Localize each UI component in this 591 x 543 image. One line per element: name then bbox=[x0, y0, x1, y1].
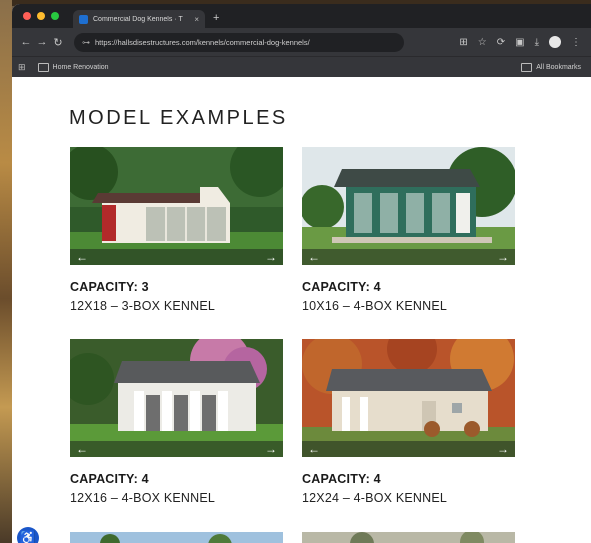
kennel-card: ← → CAPACITY: 4 12X24 – 4-BOX KENNEL bbox=[302, 339, 515, 505]
desktop-background-left bbox=[0, 0, 12, 543]
previous-arrow-icon[interactable]: ← bbox=[308, 442, 320, 456]
sidebar-icon[interactable]: ▣ bbox=[515, 37, 524, 48]
minimize-window-button[interactable] bbox=[37, 12, 45, 20]
translate-icon[interactable]: ⊞ bbox=[459, 37, 467, 48]
close-window-button[interactable] bbox=[23, 12, 31, 20]
apps-grid-icon[interactable]: ⊞ bbox=[18, 62, 26, 73]
carousel-controls: ← → bbox=[70, 249, 283, 265]
capacity-label: CAPACITY: 4 bbox=[302, 472, 381, 486]
kennel-card: ← → CAPACITY: 4 10X16 – 4-BOX KENNEL bbox=[302, 147, 515, 313]
kennel-photo[interactable]: ← → bbox=[302, 339, 515, 457]
page-title: MODEL EXAMPLES bbox=[69, 107, 288, 129]
bookmark-star-icon[interactable]: ☆ bbox=[478, 37, 487, 48]
address-bar[interactable]: ⊶ https://hallsdisestructures.com/kennel… bbox=[74, 32, 404, 52]
all-bookmarks-label: All Bookmarks bbox=[536, 63, 581, 71]
zoom-window-button[interactable] bbox=[51, 12, 59, 20]
next-arrow-icon[interactable]: → bbox=[265, 442, 277, 456]
carousel-controls: ← → bbox=[302, 441, 515, 457]
carousel-controls: ← → bbox=[70, 441, 283, 457]
folder-icon bbox=[521, 62, 533, 72]
navigation-bar: ← → ↻ ⊶ https://hallsdisestructures.com/… bbox=[12, 28, 591, 56]
kennel-photo[interactable]: ← → bbox=[70, 339, 283, 457]
menu-icon[interactable]: ⋮ bbox=[571, 37, 581, 48]
reload-icon[interactable]: ↻ bbox=[50, 36, 66, 49]
bookmark-home-renovation[interactable]: Home Renovation bbox=[37, 62, 109, 72]
previous-arrow-icon[interactable]: ← bbox=[76, 442, 88, 456]
previous-arrow-icon[interactable]: ← bbox=[308, 250, 320, 264]
kennel-card: ← → CAPACITY: 4 12X16 – 4-BOX KENNEL bbox=[70, 339, 283, 505]
page-content: MODEL EXAMPLES ← → CAPACITY: 3 12X18 – 3… bbox=[12, 77, 591, 543]
profile-avatar[interactable] bbox=[549, 36, 561, 48]
close-tab-icon[interactable]: × bbox=[194, 15, 199, 24]
kennel-photo[interactable]: ← → bbox=[70, 147, 283, 265]
kennel-photo-partial[interactable] bbox=[302, 532, 515, 543]
accessibility-icon[interactable]: ♿ bbox=[17, 527, 39, 543]
tab-title: Commercial Dog Kennels · T bbox=[93, 15, 183, 23]
capacity-label: CAPACITY: 4 bbox=[302, 280, 381, 294]
back-icon[interactable]: ← bbox=[18, 36, 34, 48]
next-arrow-icon[interactable]: → bbox=[497, 442, 509, 456]
forward-icon[interactable]: → bbox=[34, 36, 50, 48]
favicon-icon bbox=[79, 14, 88, 24]
capacity-label: CAPACITY: 3 bbox=[70, 280, 149, 294]
bookmark-label: Home Renovation bbox=[52, 63, 109, 71]
next-arrow-icon[interactable]: → bbox=[265, 250, 277, 264]
tab-bar: Commercial Dog Kennels · T × + bbox=[12, 4, 591, 28]
kennel-photo-partial[interactable] bbox=[70, 532, 283, 543]
carousel-controls: ← → bbox=[302, 249, 515, 265]
capacity-label: CAPACITY: 4 bbox=[70, 472, 149, 486]
all-bookmarks-button[interactable]: All Bookmarks bbox=[521, 62, 581, 72]
site-settings-icon[interactable]: ⊶ bbox=[82, 38, 90, 47]
model-name: 10X16 – 4-BOX KENNEL bbox=[302, 299, 448, 313]
window-controls bbox=[23, 12, 59, 20]
folder-icon bbox=[37, 62, 49, 72]
download-icon[interactable]: ⤓ bbox=[535, 37, 539, 48]
bookmarks-bar: ⊞ Home Renovation All Bookmarks bbox=[12, 56, 591, 77]
url-text[interactable]: https://hallsdisestructures.com/kennels/… bbox=[95, 38, 310, 47]
extensions-icon[interactable]: ⟳ bbox=[497, 37, 505, 48]
model-name: 12X24 – 4-BOX KENNEL bbox=[302, 491, 448, 505]
new-tab-icon[interactable]: + bbox=[213, 12, 219, 24]
kennel-photo[interactable]: ← → bbox=[302, 147, 515, 265]
next-arrow-icon[interactable]: → bbox=[497, 250, 509, 264]
model-name: 12X18 – 3-BOX KENNEL bbox=[70, 299, 216, 313]
browser-window: Commercial Dog Kennels · T × + ← → ↻ ⊶ h… bbox=[12, 4, 591, 543]
toolbar-icons: ⊞ ☆ ⟳ ▣ ⤓ ⋮ bbox=[459, 36, 581, 48]
model-name: 12X16 – 4-BOX KENNEL bbox=[70, 491, 216, 505]
kennel-card: ← → CAPACITY: 3 12X18 – 3-BOX KENNEL bbox=[70, 147, 283, 313]
previous-arrow-icon[interactable]: ← bbox=[76, 250, 88, 264]
tab-active[interactable]: Commercial Dog Kennels · T × bbox=[73, 10, 205, 28]
